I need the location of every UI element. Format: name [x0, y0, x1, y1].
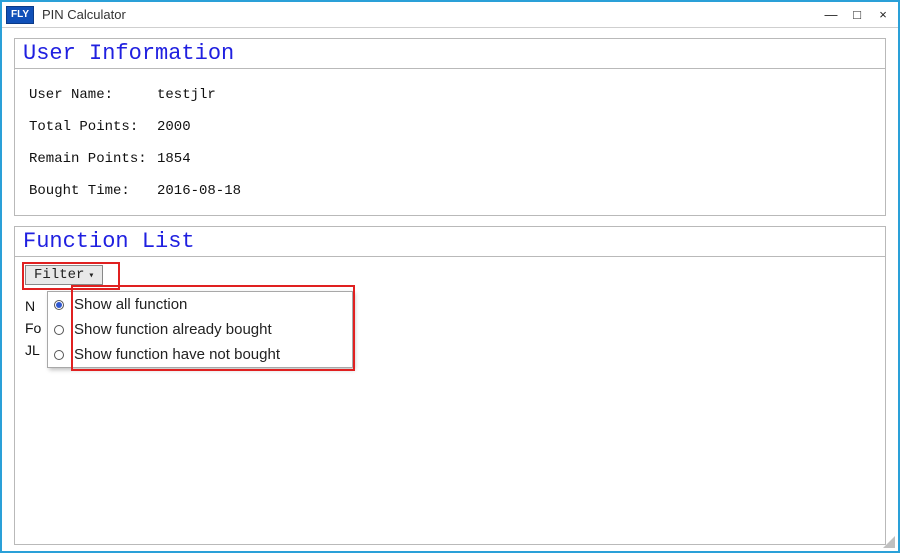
filter-option-not-bought[interactable]: Show function have not bought [48, 342, 352, 367]
filter-dropdown: Show all function Show function already … [47, 291, 353, 368]
radio-icon [54, 350, 64, 360]
filter-option-label: Show all function [74, 296, 187, 313]
client-area: User Information User Name: testjlr Tota… [2, 28, 898, 551]
user-information-group: User Information User Name: testjlr Tota… [14, 38, 886, 216]
total-points-label: Total Points: [29, 119, 157, 135]
close-button[interactable]: × [872, 6, 894, 24]
bought-time-row: Bought Time: 2016-08-18 [29, 175, 871, 207]
remain-points-value: 1854 [157, 151, 191, 167]
filter-button-label: Filter [34, 267, 84, 283]
window-title: PIN Calculator [42, 7, 816, 22]
total-points-value: 2000 [157, 119, 191, 135]
radio-icon [54, 325, 64, 335]
remain-points-row: Remain Points: 1854 [29, 143, 871, 175]
bought-time-value: 2016-08-18 [157, 183, 241, 199]
filter-option-show-all[interactable]: Show all function [48, 292, 352, 317]
user-information-header: User Information [15, 39, 885, 69]
function-list-group: Function List Filter ▾ N Fo JL Show all … [14, 226, 886, 545]
titlebar: FLY PIN Calculator — □ × [2, 2, 898, 28]
bought-time-label: Bought Time: [29, 183, 157, 199]
user-information-body: User Name: testjlr Total Points: 2000 Re… [15, 69, 885, 215]
filter-button[interactable]: Filter ▾ [25, 265, 103, 285]
resize-grip-icon[interactable] [881, 534, 895, 548]
app-logo-icon: FLY [6, 6, 34, 24]
user-name-label: User Name: [29, 87, 157, 103]
function-list-header: Function List [15, 227, 885, 257]
function-list-body: Filter ▾ N Fo JL Show all function [15, 257, 885, 457]
user-name-row: User Name: testjlr [29, 79, 871, 111]
minimize-button[interactable]: — [820, 6, 842, 24]
radio-icon [54, 300, 64, 310]
filter-option-label: Show function have not bought [74, 346, 280, 363]
app-window: FLY PIN Calculator — □ × User Informatio… [0, 0, 900, 553]
chevron-down-icon: ▾ [88, 270, 94, 282]
total-points-row: Total Points: 2000 [29, 111, 871, 143]
filter-option-already-bought[interactable]: Show function already bought [48, 317, 352, 342]
remain-points-label: Remain Points: [29, 151, 157, 167]
maximize-button[interactable]: □ [846, 6, 868, 24]
user-name-value: testjlr [157, 87, 216, 103]
filter-option-label: Show function already bought [74, 321, 272, 338]
